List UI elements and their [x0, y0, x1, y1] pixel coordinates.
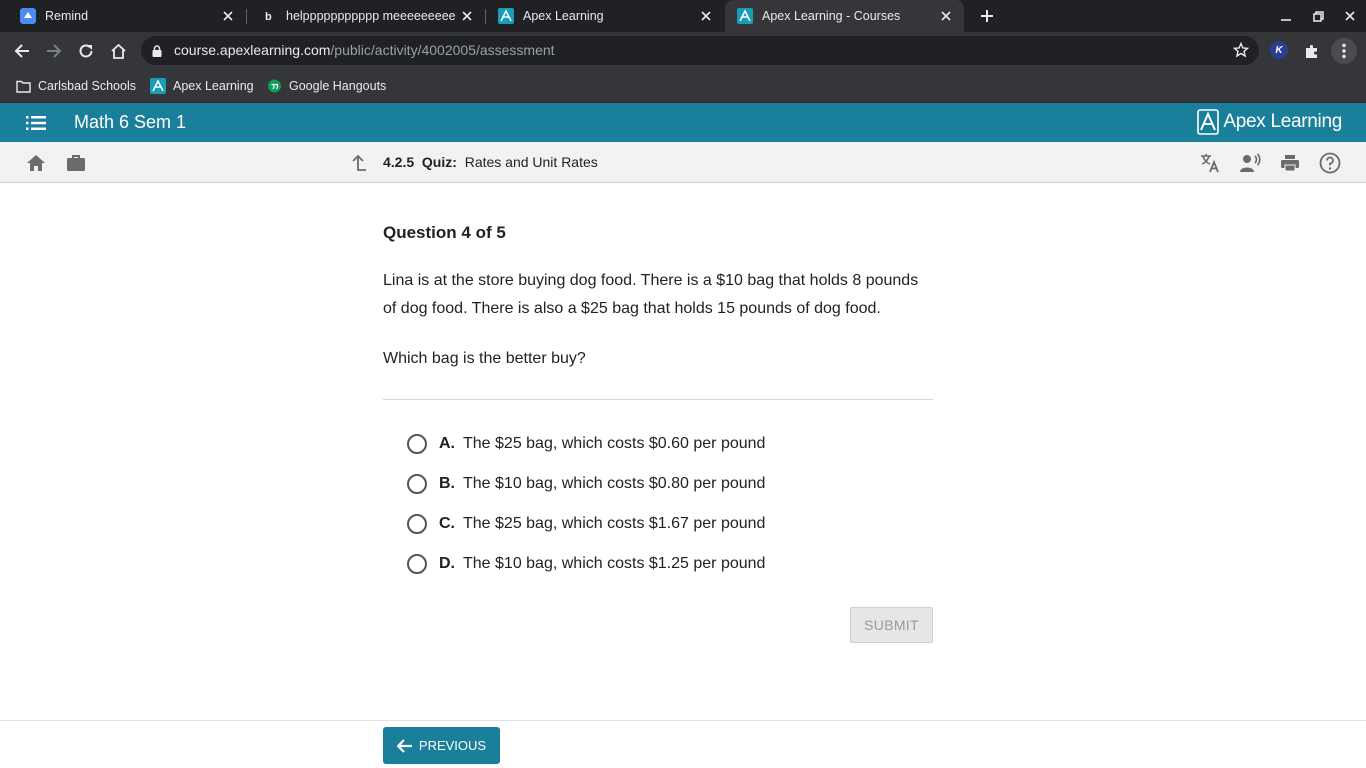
- forward-arrow-icon[interactable]: [41, 38, 67, 64]
- briefcase-icon[interactable]: [64, 151, 88, 175]
- url-text: course.apexlearning.com/public/activity/…: [174, 42, 555, 58]
- tab-title: Apex Learning: [523, 9, 604, 23]
- translate-icon[interactable]: [1198, 151, 1222, 175]
- close-tab-icon[interactable]: [455, 4, 479, 28]
- bookmark-apex-learning[interactable]: Apex Learning: [150, 76, 254, 96]
- option-letter: B.: [439, 475, 455, 492]
- radio-button[interactable]: [407, 514, 427, 534]
- home-icon[interactable]: [24, 151, 48, 175]
- remind-icon: [20, 8, 36, 24]
- bookmark-label: Apex Learning: [173, 79, 254, 93]
- hangouts-icon: [266, 78, 282, 94]
- activity-type: Quiz:: [421, 154, 457, 170]
- apex-icon: [737, 8, 753, 24]
- close-tab-icon[interactable]: [694, 4, 718, 28]
- question-prompt: Lina is at the store buying dog food. Th…: [383, 272, 919, 317]
- url-host: course.apexlearning.com: [174, 42, 331, 58]
- bookmark-carlsbad-schools[interactable]: Carlsbad Schools: [15, 76, 136, 96]
- hamburger-menu-icon[interactable]: [24, 112, 48, 134]
- app-header: Math 6 Sem 1 Apex Learning: [0, 103, 1366, 142]
- browser-tab-apex-courses[interactable]: Apex Learning - Courses: [725, 0, 964, 32]
- url-path: /public/activity/4002005/assessment: [330, 42, 555, 58]
- close-tab-icon[interactable]: [216, 4, 240, 28]
- text-to-speech-icon[interactable]: [1238, 151, 1262, 175]
- browser-tab-remind[interactable]: Remind: [0, 0, 246, 32]
- brand-name: Apex Learning: [1223, 111, 1342, 132]
- brainly-icon: b: [261, 8, 277, 24]
- svg-text:b: b: [265, 11, 272, 23]
- bookmark-label: Google Hangouts: [289, 79, 387, 93]
- answer-option-c[interactable]: C. The $25 bag, which costs $1.67 per po…: [407, 504, 765, 544]
- activity-number: 4.2.5: [383, 154, 415, 170]
- previous-button[interactable]: PREVIOUS: [383, 727, 500, 764]
- back-arrow-icon[interactable]: [9, 38, 35, 64]
- print-icon[interactable]: [1278, 151, 1302, 175]
- apex-icon: [150, 78, 166, 94]
- answer-option-d[interactable]: D. The $10 bag, which costs $1.25 per po…: [407, 544, 765, 584]
- submit-button[interactable]: SUBMIT: [850, 607, 933, 643]
- bookmark-label: Carlsbad Schools: [38, 79, 136, 93]
- activity-bar: 4.2.5 Quiz: Rates and Unit Rates: [0, 142, 1366, 183]
- new-tab-button[interactable]: [975, 4, 999, 28]
- option-letter: A.: [439, 435, 455, 452]
- help-icon[interactable]: [1318, 151, 1342, 175]
- left-arrow-icon: [396, 738, 413, 753]
- bookmark-google-hangouts[interactable]: Google Hangouts: [266, 76, 386, 96]
- option-text: The $10 bag, which costs $0.80 per pound: [463, 475, 766, 492]
- browser-tabstrip: Remind b helppppppppppp meeeeeeeeee - Ap…: [0, 0, 1366, 32]
- restore-icon[interactable]: [1302, 0, 1334, 32]
- question-ask: Which bag is the better buy?: [383, 350, 586, 367]
- folder-icon: [15, 78, 31, 94]
- bookmarks-bar: Carlsbad Schools Apex Learning Google Ha…: [0, 69, 1366, 103]
- answer-options: A. The $25 bag, which costs $0.60 per po…: [407, 424, 765, 584]
- breadcrumb: 4.2.5 Quiz: Rates and Unit Rates: [383, 154, 598, 170]
- option-text: The $25 bag, which costs $1.67 per pound: [463, 515, 766, 532]
- option-letter: C.: [439, 515, 455, 532]
- previous-label: PREVIOUS: [418, 738, 487, 753]
- apex-icon: [498, 8, 514, 24]
- browser-tab-apex[interactable]: Apex Learning: [478, 0, 724, 32]
- tab-title: Apex Learning - Courses: [762, 9, 901, 23]
- bookmark-star-icon[interactable]: [1232, 41, 1250, 63]
- radio-button[interactable]: [407, 434, 427, 454]
- footer-nav: PREVIOUS: [0, 720, 1366, 768]
- browser-tab-brainly[interactable]: b helppppppppppp meeeeeeeeee -: [241, 0, 485, 32]
- home-icon[interactable]: [105, 38, 131, 64]
- tab-title: Remind: [45, 9, 89, 23]
- activity-title: Rates and Unit Rates: [464, 154, 598, 170]
- lock-icon: [152, 44, 162, 62]
- tab-title: helppppppppppp meeeeeeeeee -: [286, 9, 455, 23]
- browser-menu-icon[interactable]: [1331, 38, 1357, 64]
- close-window-icon[interactable]: [1334, 0, 1366, 32]
- browser-toolbar: course.apexlearning.com/public/activity/…: [0, 32, 1366, 69]
- radio-button[interactable]: [407, 474, 427, 494]
- apex-logo-icon: [1197, 109, 1220, 135]
- divider: [383, 399, 933, 400]
- question-counter: Question 4 of 5: [383, 223, 506, 242]
- up-arrow-icon[interactable]: [346, 151, 370, 175]
- address-bar[interactable]: course.apexlearning.com/public/activity/…: [141, 36, 1259, 65]
- option-text: The $25 bag, which costs $0.60 per pound: [463, 435, 766, 452]
- option-letter: D.: [439, 555, 455, 572]
- extension-k-icon[interactable]: K: [1270, 41, 1288, 59]
- minimize-icon[interactable]: [1270, 0, 1302, 32]
- course-title: Math 6 Sem 1: [74, 112, 187, 132]
- close-tab-icon[interactable]: [934, 4, 958, 28]
- extensions-puzzle-icon[interactable]: [1299, 38, 1325, 64]
- radio-button[interactable]: [407, 554, 427, 574]
- reload-icon[interactable]: [73, 38, 99, 64]
- apex-learning-logo: Apex Learning: [1197, 109, 1342, 135]
- answer-option-b[interactable]: B. The $10 bag, which costs $0.80 per po…: [407, 464, 765, 504]
- option-text: The $10 bag, which costs $1.25 per pound: [463, 555, 766, 572]
- answer-option-a[interactable]: A. The $25 bag, which costs $0.60 per po…: [407, 424, 765, 464]
